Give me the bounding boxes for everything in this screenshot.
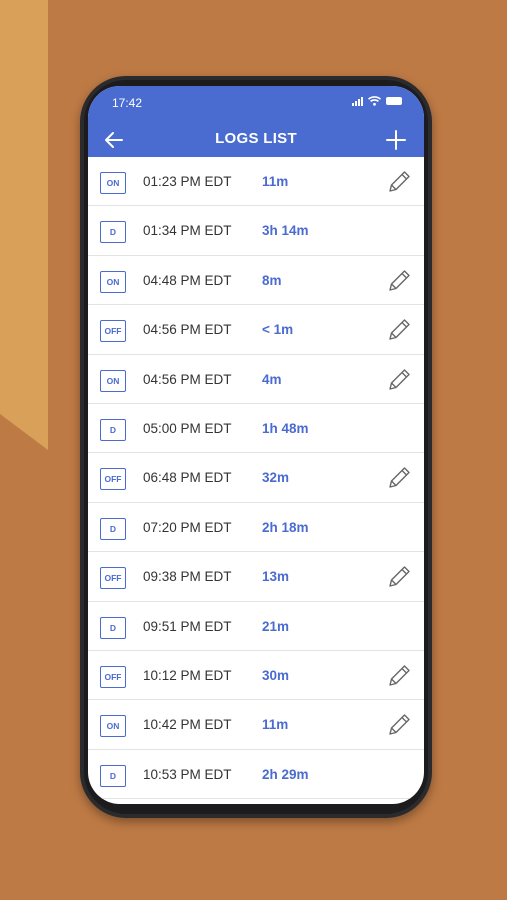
log-time: 09:38 PM EDT [143,569,232,585]
log-row[interactable]: OFF 04:56 PM EDT < 1m [88,305,424,355]
nav-bar: LOGS LIST [88,126,424,154]
status-badge: OFF [100,320,126,343]
log-duration: < 1m [262,322,294,338]
log-time: 07:20 PM EDT [143,519,232,535]
decorative-shape [0,0,48,450]
edit-pencil-icon[interactable] [386,367,412,393]
status-badge: D [100,517,126,540]
log-time: 04:56 PM EDT [143,322,232,338]
log-row[interactable]: ON 04:56 PM EDT 4m [88,355,424,404]
app-header: 17:42 LOGS LIST [88,86,424,157]
logs-list: ON 01:23 PM EDT 11m D 01:34 PM EDT 3h 14… [88,157,424,800]
log-duration: 11m [262,717,289,733]
log-row[interactable]: D 07:20 PM EDT 2h 18m [88,503,424,553]
log-row[interactable]: D 10:53 PM EDT 2h 29m [88,750,424,800]
status-time: 17:42 [112,96,143,110]
log-row[interactable]: D 05:00 PM EDT 1h 48m [88,404,424,454]
status-badge: ON [100,369,126,392]
edit-pencil-icon[interactable] [386,169,412,195]
status-badge: D [100,221,126,244]
log-row[interactable]: ON 10:42 PM EDT 11m [88,700,424,750]
log-time: 01:34 PM EDT [143,223,232,239]
log-duration: 30m [262,667,290,683]
status-badge: ON [100,715,126,738]
log-duration: 21m [262,618,290,634]
edit-pencil-icon[interactable] [386,268,412,294]
background: 17:42 LOGS LIST ON 01:23 PM EDT 11m D 01… [0,0,507,900]
log-time: 06:48 PM EDT [143,470,232,486]
status-badge: D [100,764,126,787]
log-time: 10:42 PM EDT [143,717,232,733]
status-badge: ON [100,172,126,194]
edit-pencil-icon[interactable] [386,317,412,343]
log-row[interactable]: OFF 09:38 PM EDT 13m [88,552,424,602]
log-duration: 13m [262,569,290,585]
status-badge: OFF [100,665,126,688]
log-duration: 11m [262,174,289,189]
log-duration: 1h 48m [262,420,309,436]
log-duration: 8m [262,272,282,288]
log-row[interactable]: OFF 10:12 PM EDT 30m [88,651,424,701]
log-duration: 2h 29m [262,766,309,782]
signal-icon [352,96,363,106]
log-duration: 4m [262,371,282,387]
log-row[interactable]: OFF 06:48 PM EDT 32m [88,453,424,503]
log-row[interactable]: ON 04:48 PM EDT 8m [88,256,424,306]
add-icon[interactable] [384,128,408,152]
page-title: LOGS LIST [215,130,297,147]
log-row[interactable]: ON 01:23 PM EDT 11m [88,157,424,207]
status-badge: OFF [100,468,126,491]
wifi-icon [368,96,381,106]
phone-screen: 17:42 LOGS LIST ON 01:23 PM EDT 11m D 01… [88,86,424,804]
edit-pencil-icon[interactable] [386,465,412,491]
log-duration: 3h 14m [262,223,309,239]
status-badge: OFF [100,567,126,590]
log-duration: 32m [262,470,290,486]
log-time: 04:56 PM EDT [143,371,232,387]
log-time: 05:00 PM EDT [143,420,232,436]
log-time: 09:51 PM EDT [143,618,232,634]
log-time: 01:23 PM EDT [143,174,232,189]
edit-pencil-icon[interactable] [386,564,412,590]
log-duration: 2h 18m [262,519,309,535]
log-row[interactable]: D 09:51 PM EDT 21m [88,602,424,651]
edit-pencil-icon[interactable] [386,663,412,689]
edit-pencil-icon[interactable] [386,712,412,738]
log-row[interactable]: D 01:34 PM EDT 3h 14m [88,206,424,256]
status-badge: ON [100,270,126,293]
log-time: 04:48 PM EDT [143,272,232,288]
status-icons [352,96,402,106]
log-time: 10:53 PM EDT [143,766,232,782]
battery-icon [386,97,402,105]
log-time: 10:12 PM EDT [143,667,232,683]
status-badge: D [100,418,126,441]
status-badge: D [100,616,126,639]
